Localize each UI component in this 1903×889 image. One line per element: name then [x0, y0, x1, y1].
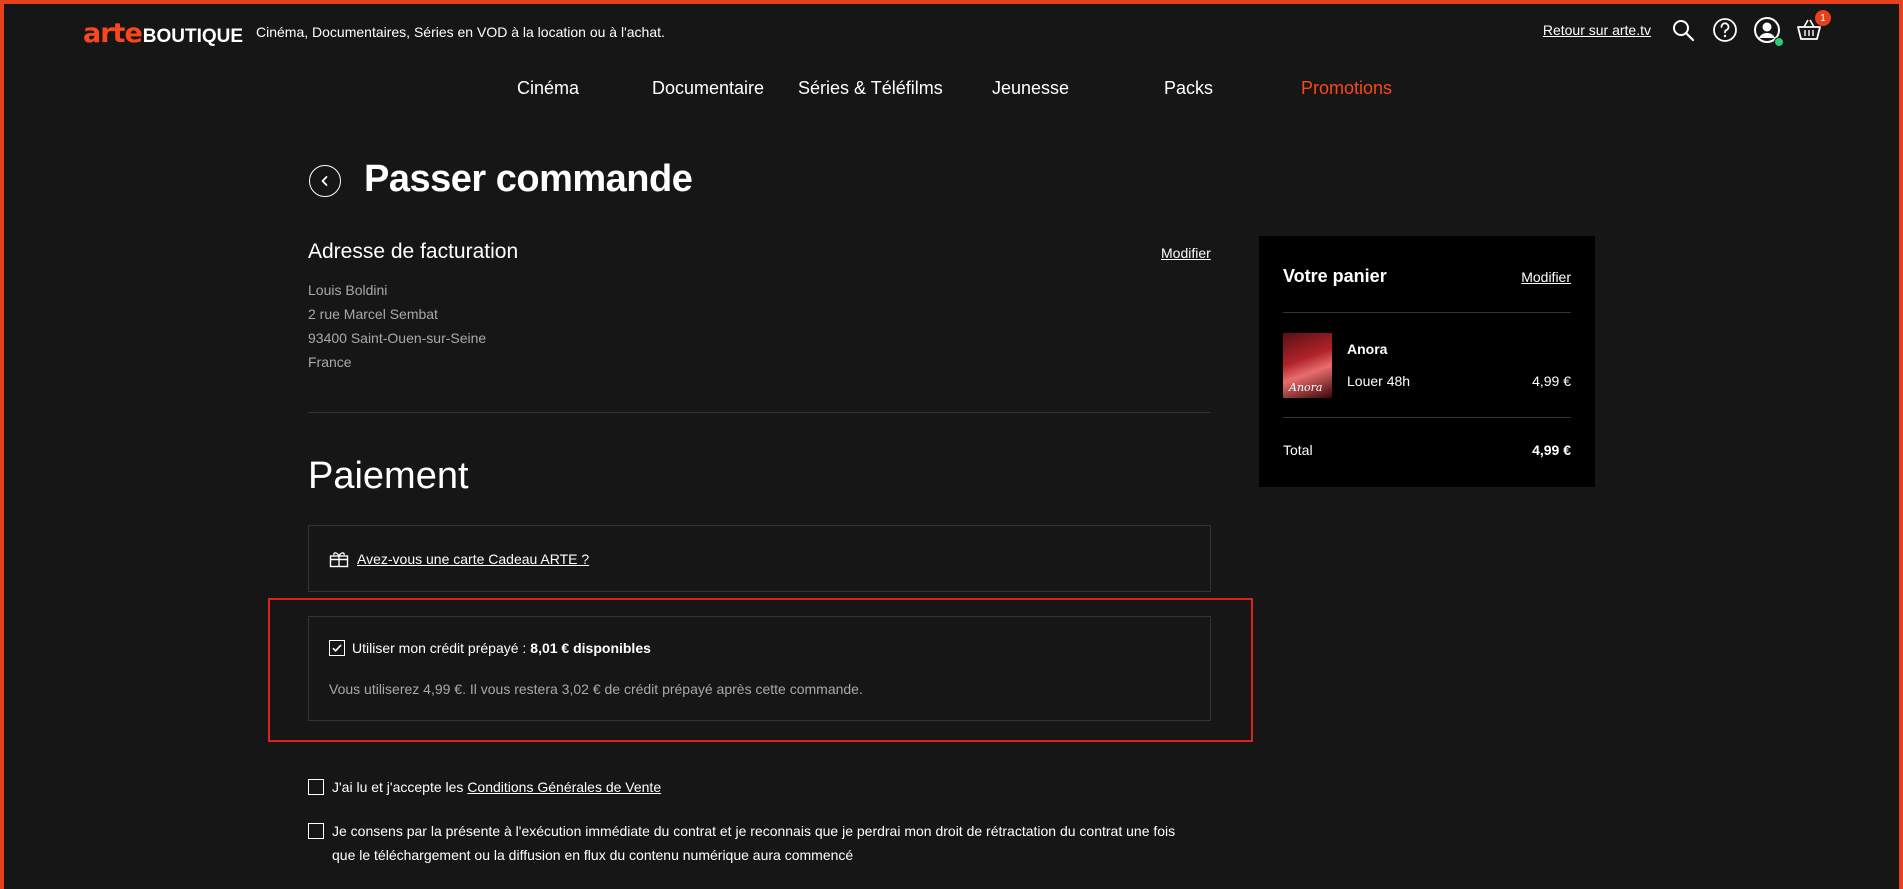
prepaid-credit-amount: 8,01 € disponibles [530, 640, 651, 656]
cart-modify-link[interactable]: Modifier [1521, 269, 1571, 285]
billing-name: Louis Boldini [308, 282, 388, 298]
top-header: arte BOUTIQUE Cinéma, Documentaires, Sér… [0, 0, 1903, 64]
nav-item-cinema[interactable]: Cinéma [517, 78, 579, 99]
cart-title: Votre panier [1283, 266, 1387, 286]
arte-boutique-logo[interactable]: arte BOUTIQUE [83, 18, 243, 49]
item-offer: Louer 48h [1347, 373, 1411, 389]
logo-arte: arte [83, 18, 143, 49]
page-title: Passer commande [364, 158, 693, 200]
nav-item-packs[interactable]: Packs [1164, 78, 1213, 99]
cgv-prefix: J'ai lu et j'accepte les [332, 779, 464, 795]
prepaid-credit-option: Utiliser mon crédit prépayé : 8,01 € dis… [329, 640, 651, 656]
header-actions: Retour sur arte.tv 1 [1543, 10, 1831, 47]
cart-count-badge: 1 [1815, 10, 1831, 26]
chevron-left-icon [319, 175, 331, 187]
withdrawal-consent: Je consens par la présente à l'exécution… [308, 819, 1188, 867]
basket-icon[interactable]: 1 [1795, 10, 1831, 44]
billing-city: 93400 Saint-Ouen-sur-Seine [308, 330, 487, 346]
withdrawal-text: Je consens par la présente à l'exécution… [332, 823, 1176, 863]
online-status-dot [1774, 37, 1784, 47]
nav-item-jeunesse[interactable]: Jeunesse [992, 78, 1069, 99]
total-label: Total [1283, 442, 1313, 458]
withdrawal-checkbox[interactable] [308, 823, 324, 839]
back-button[interactable] [309, 165, 341, 197]
main-nav: Cinéma Documentaire Séries & Téléfilms J… [0, 78, 1903, 102]
nav-item-series[interactable]: Séries & Téléfilms [798, 78, 943, 99]
gift-card-box: Avez-vous une carte Cadeau ARTE ? [308, 525, 1211, 592]
billing-country: France [308, 354, 352, 370]
payment-title: Paiement [308, 455, 469, 497]
item-price: 4,99 € [1532, 373, 1571, 389]
total-value: 4,99 € [1532, 442, 1571, 458]
item-thumbnail: Anora [1283, 333, 1332, 398]
cgv-consent-text: J'ai lu et j'accepte les Conditions Géné… [332, 775, 661, 799]
logo-boutique: BOUTIQUE [142, 26, 244, 47]
window-frame [0, 0, 1903, 889]
cart-divider [1283, 417, 1571, 418]
gift-icon [329, 550, 349, 568]
cart-divider [1283, 312, 1571, 313]
cgv-link[interactable]: Conditions Générales de Vente [467, 779, 661, 795]
check-icon [332, 644, 342, 652]
cgv-consent: J'ai lu et j'accepte les Conditions Géné… [308, 775, 661, 799]
nav-item-documentaire[interactable]: Documentaire [652, 78, 764, 99]
billing-modify-link[interactable]: Modifier [1161, 245, 1211, 261]
user-icon[interactable] [1753, 16, 1784, 47]
cgv-checkbox[interactable] [308, 779, 324, 795]
cart-summary: Votre panier Modifier Anora Anora Louer … [1259, 236, 1595, 487]
section-divider [308, 412, 1210, 413]
item-name: Anora [1347, 341, 1388, 357]
prepaid-credit-box: Utiliser mon crédit prépayé : 8,01 € dis… [308, 616, 1211, 721]
nav-item-promotions[interactable]: Promotions [1301, 78, 1392, 99]
prepaid-credit-note: Vous utiliserez 4,99 €. Il vous restera … [329, 681, 863, 697]
prepaid-credit-label: Utiliser mon crédit prépayé : [352, 640, 527, 656]
back-to-arte-link[interactable]: Retour sur arte.tv [1543, 22, 1651, 38]
billing-title: Adresse de facturation [308, 240, 519, 263]
thumbnail-title: Anora [1289, 381, 1323, 394]
prepaid-credit-checkbox[interactable] [329, 640, 345, 656]
billing-street: 2 rue Marcel Sembat [308, 306, 438, 322]
gift-card-link[interactable]: Avez-vous une carte Cadeau ARTE ? [357, 551, 589, 567]
search-icon[interactable] [1669, 16, 1697, 44]
site-tagline: Cinéma, Documentaires, Séries en VOD à l… [256, 24, 665, 40]
help-icon[interactable] [1711, 16, 1739, 44]
billing-address: Louis Boldini 2 rue Marcel Sembat 93400 … [308, 278, 486, 374]
